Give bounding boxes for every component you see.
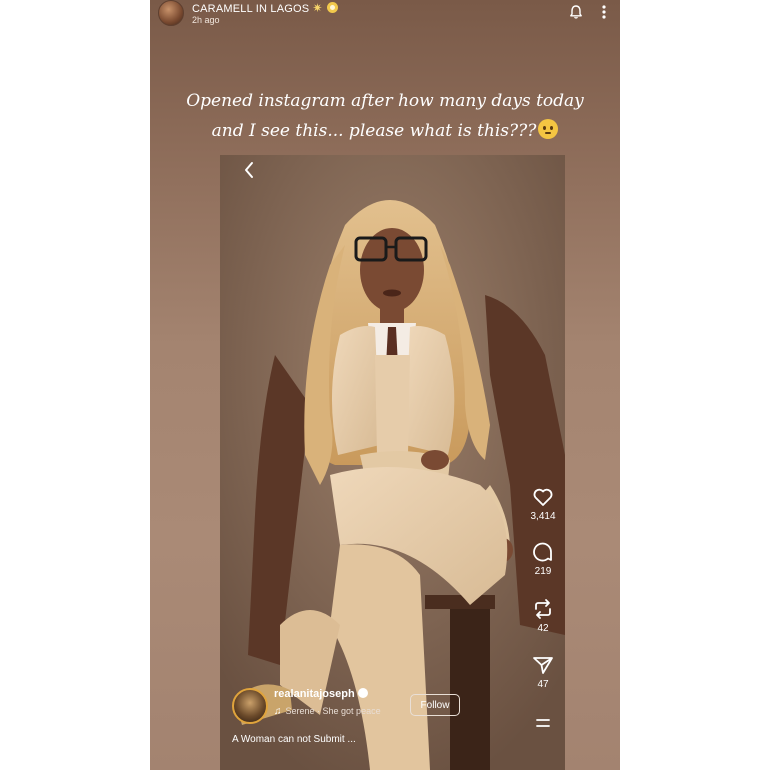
story-viewer: CARAMELL IN LAGOS ✷ 2h ago Opened instagr…	[150, 0, 620, 770]
story-username-row[interactable]: CARAMELL IN LAGOS ✷	[192, 1, 338, 15]
story-header: CARAMELL IN LAGOS ✷ 2h ago	[150, 0, 620, 30]
send-icon[interactable]	[531, 653, 555, 677]
caption-line-2: and I see this... please what is this???	[170, 116, 600, 146]
audio-title: She got peace	[322, 706, 381, 716]
verified-badge-icon	[357, 688, 368, 698]
repost-count: 42	[537, 623, 549, 634]
bell-icon[interactable]	[568, 4, 584, 20]
like-action[interactable]: 3,414	[525, 485, 561, 522]
heart-icon[interactable]	[531, 485, 555, 509]
like-count: 3,414	[530, 511, 556, 522]
reel-username-row[interactable]: realanitajoseph	[274, 688, 368, 700]
reel-screenshot: 3,414 219 42 47 realanitajoseph ♫ Serene…	[220, 155, 565, 770]
share-count: 47	[537, 679, 549, 690]
more-vertical-icon[interactable]	[600, 4, 608, 20]
share-action[interactable]: 47	[525, 653, 561, 690]
comment-count: 219	[534, 566, 552, 577]
reel-audio[interactable]: ♫ Serene · She got peace	[274, 706, 381, 717]
back-arrow-icon[interactable]	[242, 161, 256, 179]
flushed-face-emoji-icon	[538, 119, 559, 139]
audio-separator: ·	[314, 706, 323, 716]
repost-action[interactable]: 42	[525, 597, 561, 634]
reel-meta: realanitajoseph ♫ Serene · She got peace …	[230, 688, 520, 758]
story-timestamp: 2h ago	[192, 15, 220, 25]
comment-action[interactable]: 219	[525, 540, 561, 577]
reel-photo	[220, 155, 565, 770]
story-caption: Opened instagram after how many days tod…	[170, 86, 600, 146]
reel-username[interactable]: realanitajoseph	[274, 688, 355, 700]
story-avatar[interactable]	[158, 0, 184, 26]
audio-artist: Serene	[285, 706, 315, 716]
repost-icon[interactable]	[531, 597, 555, 621]
music-note-icon: ♫	[274, 706, 282, 717]
caption-line-2-text: and I see this... please what is this???	[211, 121, 537, 141]
reel-author-avatar[interactable]	[232, 688, 268, 724]
menu-action[interactable]	[525, 711, 561, 735]
gold-badge-icon	[326, 2, 338, 13]
caption-line-1: Opened instagram after how many days tod…	[186, 91, 584, 111]
story-username[interactable]: CARAMELL IN LAGOS	[192, 3, 309, 15]
menu-icon[interactable]	[531, 711, 555, 735]
reel-description[interactable]: A Woman can not Submit ...	[232, 734, 356, 745]
comment-icon[interactable]	[531, 540, 555, 564]
sparkle-icon: ✷	[312, 1, 323, 15]
follow-button[interactable]: Follow	[410, 694, 460, 716]
